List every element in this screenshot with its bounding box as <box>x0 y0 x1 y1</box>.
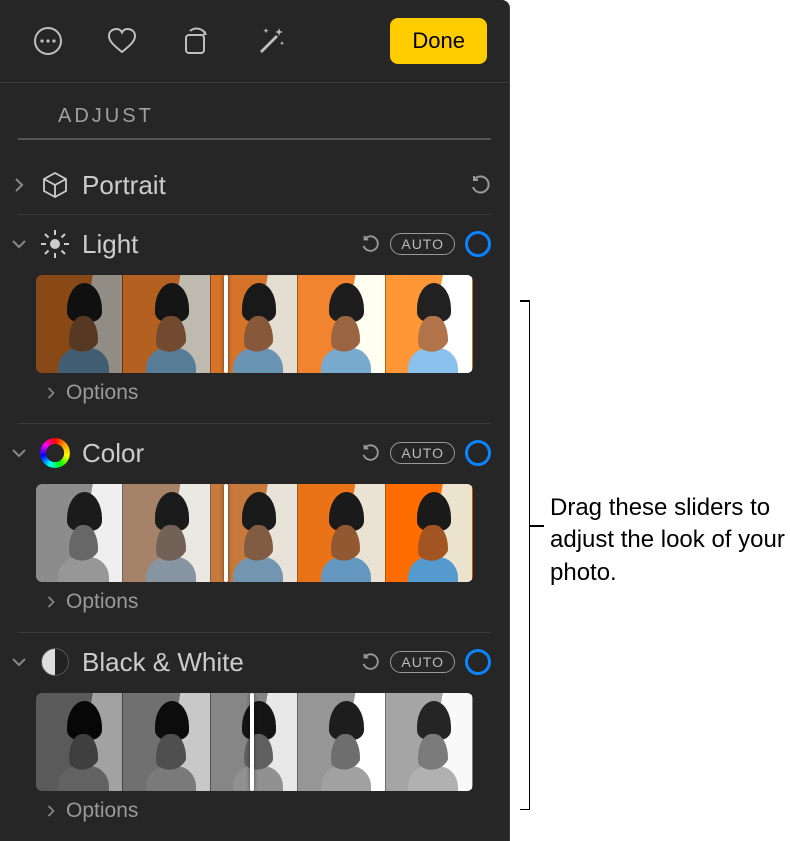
bw-slider-strip[interactable] <box>36 693 473 791</box>
done-button[interactable]: Done <box>390 18 487 64</box>
auto-button[interactable]: AUTO <box>390 651 455 673</box>
callout-text: Drag these sliders to adjust the look of… <box>550 492 786 589</box>
reset-icon[interactable] <box>360 652 380 672</box>
auto-button[interactable]: AUTO <box>390 442 455 464</box>
options-label: Options <box>66 799 138 823</box>
options-label: Options <box>66 590 138 614</box>
bw-label: Black & White <box>82 647 350 678</box>
bw-circle-icon <box>38 645 72 679</box>
portrait-label: Portrait <box>82 170 459 201</box>
light-label: Light <box>82 229 350 260</box>
favorite-heart-icon[interactable] <box>104 23 140 59</box>
divider <box>18 632 491 633</box>
light-options-row[interactable]: Options <box>0 377 509 419</box>
slider-handle[interactable] <box>224 275 228 373</box>
color-label: Color <box>82 438 350 469</box>
section-title: ADJUST <box>18 83 491 140</box>
adjust-panel: Done ADJUST Portrait <box>0 0 510 841</box>
portrait-row[interactable]: Portrait <box>0 160 509 210</box>
divider <box>18 423 491 424</box>
top-toolbar: Done <box>0 0 509 83</box>
chevron-down-icon[interactable] <box>10 656 28 668</box>
bw-row[interactable]: Black & White AUTO <box>0 637 509 687</box>
light-row[interactable]: Light AUTO <box>0 219 509 269</box>
color-row[interactable]: Color AUTO <box>0 428 509 478</box>
color-options-row[interactable]: Options <box>0 586 509 628</box>
chevron-right-icon[interactable] <box>44 386 58 400</box>
enable-ring-toggle[interactable] <box>465 440 491 466</box>
chevron-down-icon[interactable] <box>10 238 28 250</box>
chevron-right-icon[interactable] <box>44 595 58 609</box>
bw-options-row[interactable]: Options <box>0 795 509 837</box>
chevron-down-icon[interactable] <box>10 447 28 459</box>
chevron-right-icon[interactable] <box>44 804 58 818</box>
auto-button[interactable]: AUTO <box>390 233 455 255</box>
reset-icon[interactable] <box>360 443 380 463</box>
magic-enhance-icon[interactable] <box>252 23 288 59</box>
rotate-crop-icon[interactable] <box>178 23 214 59</box>
enable-ring-toggle[interactable] <box>465 231 491 257</box>
more-options-icon[interactable] <box>30 23 66 59</box>
slider-handle[interactable] <box>224 484 228 582</box>
light-slider-strip[interactable] <box>36 275 473 373</box>
enable-ring-toggle[interactable] <box>465 649 491 675</box>
chevron-right-icon[interactable] <box>10 177 28 193</box>
options-label: Options <box>66 381 138 405</box>
light-sun-icon <box>38 227 72 261</box>
portrait-cube-icon <box>38 168 72 202</box>
reset-icon[interactable] <box>469 174 491 196</box>
color-ring-icon <box>38 436 72 470</box>
slider-handle[interactable] <box>250 693 254 791</box>
divider <box>18 214 491 215</box>
reset-icon[interactable] <box>360 234 380 254</box>
color-slider-strip[interactable] <box>36 484 473 582</box>
